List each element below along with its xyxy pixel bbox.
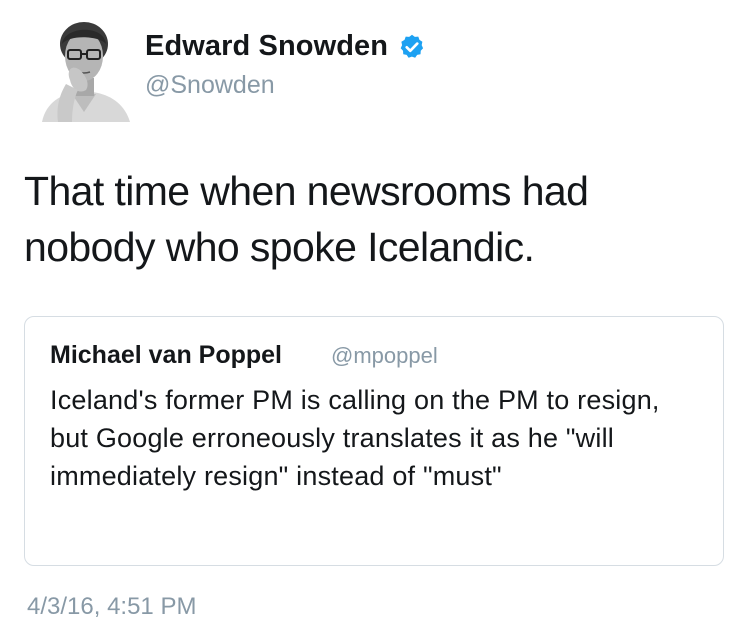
quoted-author-handle: @mpoppel bbox=[331, 343, 438, 368]
quoted-tweet[interactable]: Michael van Poppel @mpoppel Iceland's fo… bbox=[24, 316, 724, 566]
avatar[interactable] bbox=[36, 14, 132, 122]
verified-badge-icon bbox=[400, 34, 424, 58]
quoted-author-name: Michael van Poppel bbox=[50, 341, 283, 369]
tweet-card: Edward Snowden @Snowden That time when n… bbox=[0, 0, 750, 640]
tweet-text: That time when newsrooms had nobody who … bbox=[24, 168, 589, 270]
display-name[interactable]: Edward Snowden bbox=[145, 30, 388, 63]
author-handle[interactable]: @Snowden bbox=[145, 71, 275, 100]
avatar-photo bbox=[36, 14, 132, 122]
tweet-timestamp[interactable]: 4/3/16, 4:51 PM bbox=[27, 593, 196, 621]
quoted-tweet-text: Iceland's former PM is calling on the PM… bbox=[50, 385, 660, 491]
